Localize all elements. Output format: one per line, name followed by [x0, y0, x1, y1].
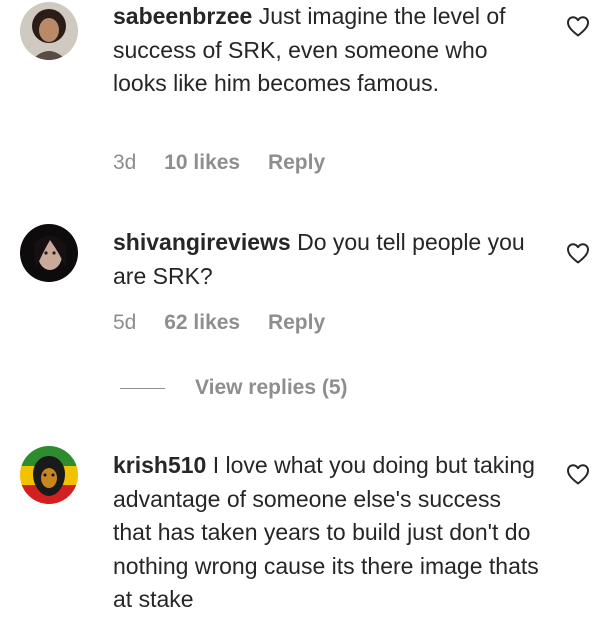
heart-outline-icon[interactable] [566, 15, 590, 37]
reply-button[interactable]: Reply [268, 311, 325, 335]
divider-line [120, 387, 165, 389]
timestamp: 5d [113, 311, 137, 334]
heart-outline-icon[interactable] [566, 463, 590, 485]
likes-count[interactable]: 10 likes [164, 151, 240, 175]
view-replies-button[interactable]: View replies (5) [120, 376, 348, 400]
timestamp: 3d [113, 151, 137, 174]
avatar[interactable] [20, 2, 78, 60]
username-link[interactable]: sabeenbrzee [113, 3, 252, 29]
comment-text-block: shivangireviews Do you tell people you a… [113, 226, 543, 293]
heart-outline-icon[interactable] [566, 242, 590, 264]
username-link[interactable]: krish510 [113, 452, 206, 478]
reply-button[interactable]: Reply [268, 151, 325, 175]
view-replies-label[interactable]: View replies (5) [195, 376, 348, 399]
avatar[interactable] [20, 224, 78, 282]
comment-meta: 5d 62 likes Reply [113, 311, 347, 335]
comment-text-block: krish510 I love what you doing but takin… [113, 449, 543, 617]
avatar[interactable] [20, 446, 78, 504]
username-link[interactable]: shivangireviews [113, 229, 291, 255]
comment-meta: 3d 10 likes Reply [113, 151, 347, 175]
likes-count[interactable]: 62 likes [164, 311, 240, 335]
comment-text-block: sabeenbrzee Just imagine the level of su… [113, 0, 543, 101]
